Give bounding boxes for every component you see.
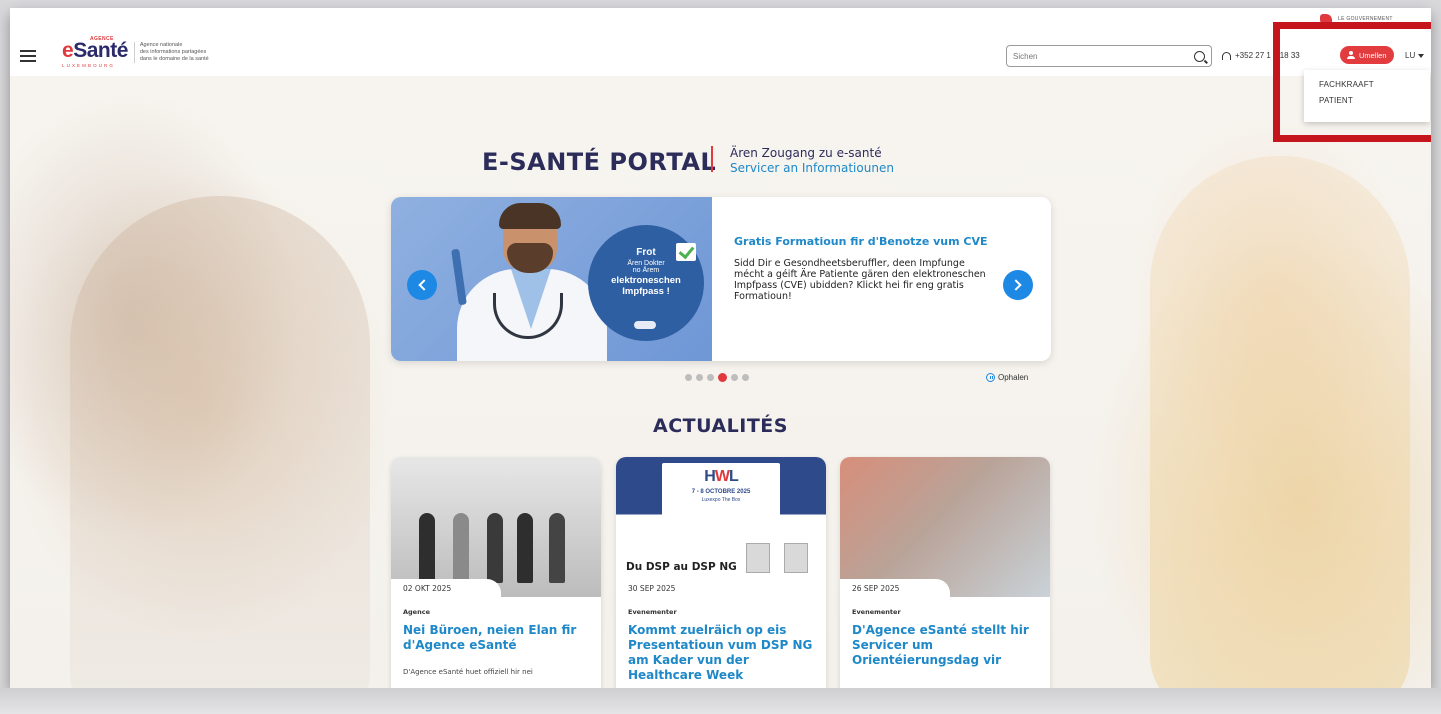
healthcare-week-banner: HWL 7 - 8 OCTOBRE 2025 Luxexpo The Box (662, 463, 780, 519)
slide-title[interactable]: Gratis Formatioun fir d'Benotze vum CVE (734, 235, 994, 248)
speaker-photo (746, 543, 770, 573)
esante-logo[interactable]: AGENCE eSanté LUXEMBOURG Agence national… (62, 36, 209, 68)
language-selector[interactable]: LU (1405, 51, 1425, 60)
carousel-dot[interactable] (696, 374, 703, 381)
carousel-prev-button[interactable] (407, 270, 437, 300)
speaker-photo (784, 543, 808, 573)
carousel-dot[interactable] (731, 374, 738, 381)
pause-icon (986, 373, 995, 382)
window-bottom-edge (0, 688, 1441, 714)
logo-agence-text: AGENCE (90, 36, 114, 42)
headset-icon (1222, 51, 1231, 60)
news-card[interactable]: HWL 7 - 8 OCTOBRE 2025 Luxexpo The Box D… (616, 457, 826, 688)
language-label: LU (1405, 51, 1416, 60)
news-card-category: Agence (403, 608, 430, 616)
pause-label: Ophalen (998, 373, 1029, 382)
logo-tagline: Agence nationale des informations partag… (133, 42, 209, 63)
news-section-title: ACTUALITÉS (653, 415, 788, 437)
login-dropdown-menu: FACHKRAAFT PATIENT (1304, 70, 1430, 122)
news-card-headline[interactable]: Kommt zuelräich op eis Presentatioun vum… (628, 623, 814, 683)
dropdown-item-fachkraaft[interactable]: FACHKRAAFT (1319, 80, 1430, 89)
carousel-pagination (685, 373, 749, 382)
carousel-dot[interactable] (718, 373, 727, 382)
login-label: Umellen (1359, 50, 1387, 60)
carousel-next-button[interactable] (1003, 270, 1033, 300)
chevron-left-icon (418, 279, 430, 291)
news-card-date: 02 OKT 2025 (391, 579, 501, 599)
background-woman-image (70, 196, 370, 688)
logo-wordmark: eSanté (62, 39, 128, 62)
checkbox-check-icon (676, 243, 696, 261)
search-input[interactable] (1013, 51, 1194, 61)
menu-button[interactable] (20, 50, 36, 62)
news-card-headline[interactable]: D'Agence eSanté stellt hir Servicer um O… (852, 623, 1038, 668)
news-card-excerpt: D'Agence eSanté huet offiziell hir nei (403, 668, 533, 676)
banner-subtitle: Du DSP au DSP NG (626, 561, 737, 573)
hwl-logo: HWL (704, 468, 738, 485)
news-card[interactable]: 02 OKT 2025 Agence Nei Büroen, neien Ela… (391, 457, 601, 688)
carousel-dot[interactable] (707, 374, 714, 381)
news-card-headline[interactable]: Nei Büroen, neien Elan fir d'Agence eSan… (403, 623, 589, 653)
news-card-date: 26 SEP 2025 (840, 579, 950, 599)
site-header: LE GOUVERNEMENT AGENCE eSanté LUXEMBOURG… (10, 8, 1431, 76)
government-label: LE GOUVERNEMENT (1338, 16, 1393, 22)
government-mark[interactable]: LE GOUVERNEMENT (1320, 14, 1393, 24)
news-card-image (840, 457, 1050, 597)
news-card-image (391, 457, 601, 597)
carousel-pause-button[interactable]: Ophalen (986, 373, 1028, 382)
phone-number: +352 27 1 0 18 33 (1235, 51, 1300, 60)
slide-body: Sidd Dir e Gesondheetsberuffler, deen Im… (734, 258, 986, 302)
carousel-dot[interactable] (685, 374, 692, 381)
syringe-icon (451, 248, 467, 306)
logo-country: LUXEMBOURG (62, 63, 116, 68)
portal-subtitle-access: Ären Zougang zu e-santé (730, 146, 882, 160)
carousel-dot[interactable] (742, 374, 749, 381)
promo-carousel[interactable]: Frot Ären Dokter no Ärem elektroneschen … (391, 197, 1051, 361)
vaccination-badge: Frot Ären Dokter no Ärem elektroneschen … (588, 225, 704, 341)
news-card-date: 30 SEP 2025 (616, 579, 726, 599)
news-card[interactable]: 26 SEP 2025 Evenementer D'Agence eSanté … (840, 457, 1050, 688)
browser-viewport: LE GOUVERNEMENT AGENCE eSanté LUXEMBOURG… (10, 8, 1431, 688)
dropdown-item-patient[interactable]: PATIENT (1319, 96, 1430, 105)
chevron-down-icon (1418, 53, 1425, 58)
search-field[interactable] (1006, 45, 1212, 67)
portal-title: E-SANTÉ PORTAL (482, 148, 717, 176)
news-card-category: Evenementer (852, 608, 901, 616)
phone-contact[interactable]: +352 27 1 0 18 33 (1222, 51, 1300, 60)
background-child-image (1150, 156, 1410, 688)
title-divider (711, 146, 713, 172)
esante-mini-logo-icon (634, 321, 656, 329)
slide-text[interactable]: Gratis Formatioun fir d'Benotze vum CVE … (734, 235, 994, 302)
red-lion-icon (1320, 14, 1332, 24)
login-button[interactable]: Umellen (1340, 46, 1394, 64)
news-card-category: Evenementer (628, 608, 677, 616)
search-icon[interactable] (1194, 50, 1205, 62)
chevron-right-icon (1010, 279, 1022, 291)
slide-image-doctor: Frot Ären Dokter no Ärem elektroneschen … (391, 197, 712, 361)
hamburger-icon (20, 50, 36, 52)
portal-subtitle-services: Servicer an Informatiounen (730, 161, 894, 175)
user-icon (1347, 51, 1355, 59)
